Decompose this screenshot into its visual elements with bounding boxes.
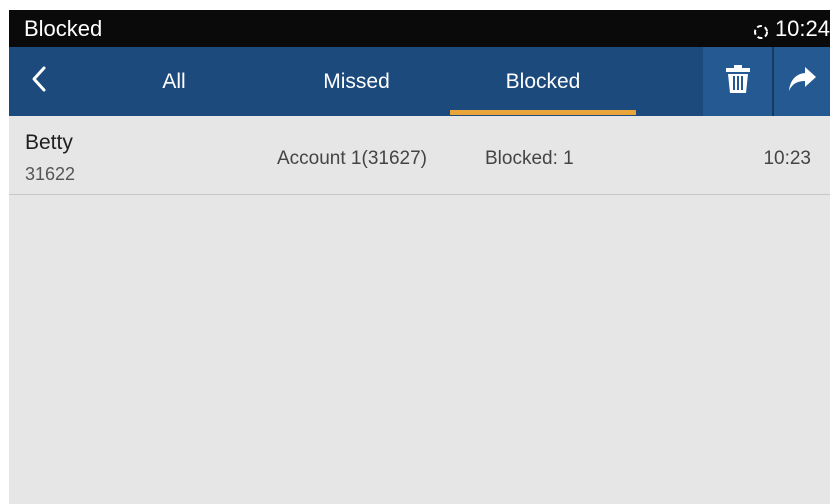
tab-missed[interactable]: Missed — [289, 47, 424, 116]
tab-bar: All Missed Blocked — [9, 47, 830, 116]
status-title: Blocked — [24, 16, 103, 41]
contact-name: Betty — [25, 131, 73, 154]
call-time: 10:23 — [763, 148, 811, 169]
call-log-row[interactable]: Betty 31622 Account 1(31627) Blocked: 1 … — [9, 116, 830, 195]
status-time: 10:24 — [774, 16, 830, 41]
account-label: Account 1(31627) — [277, 148, 427, 169]
active-tab-indicator — [450, 110, 636, 115]
contact-number: 31622 — [25, 164, 76, 184]
tab-all[interactable]: All — [119, 47, 229, 116]
sync-icon — [753, 21, 769, 39]
blocked-count: Blocked: 1 — [485, 148, 574, 169]
forward-icon — [787, 65, 817, 98]
chevron-left-icon — [30, 65, 48, 98]
back-button[interactable] — [9, 47, 69, 116]
delete-button[interactable] — [703, 47, 772, 116]
trash-icon — [725, 64, 751, 99]
status-bar: Blocked 10:24 — [9, 10, 830, 47]
forward-button[interactable] — [774, 47, 830, 116]
call-log-screen: Blocked 10:24 All Missed Blocked Betty 3… — [9, 10, 830, 504]
tab-blocked[interactable]: Blocked — [450, 47, 636, 116]
status-indicators: 10:24 — [753, 17, 830, 41]
